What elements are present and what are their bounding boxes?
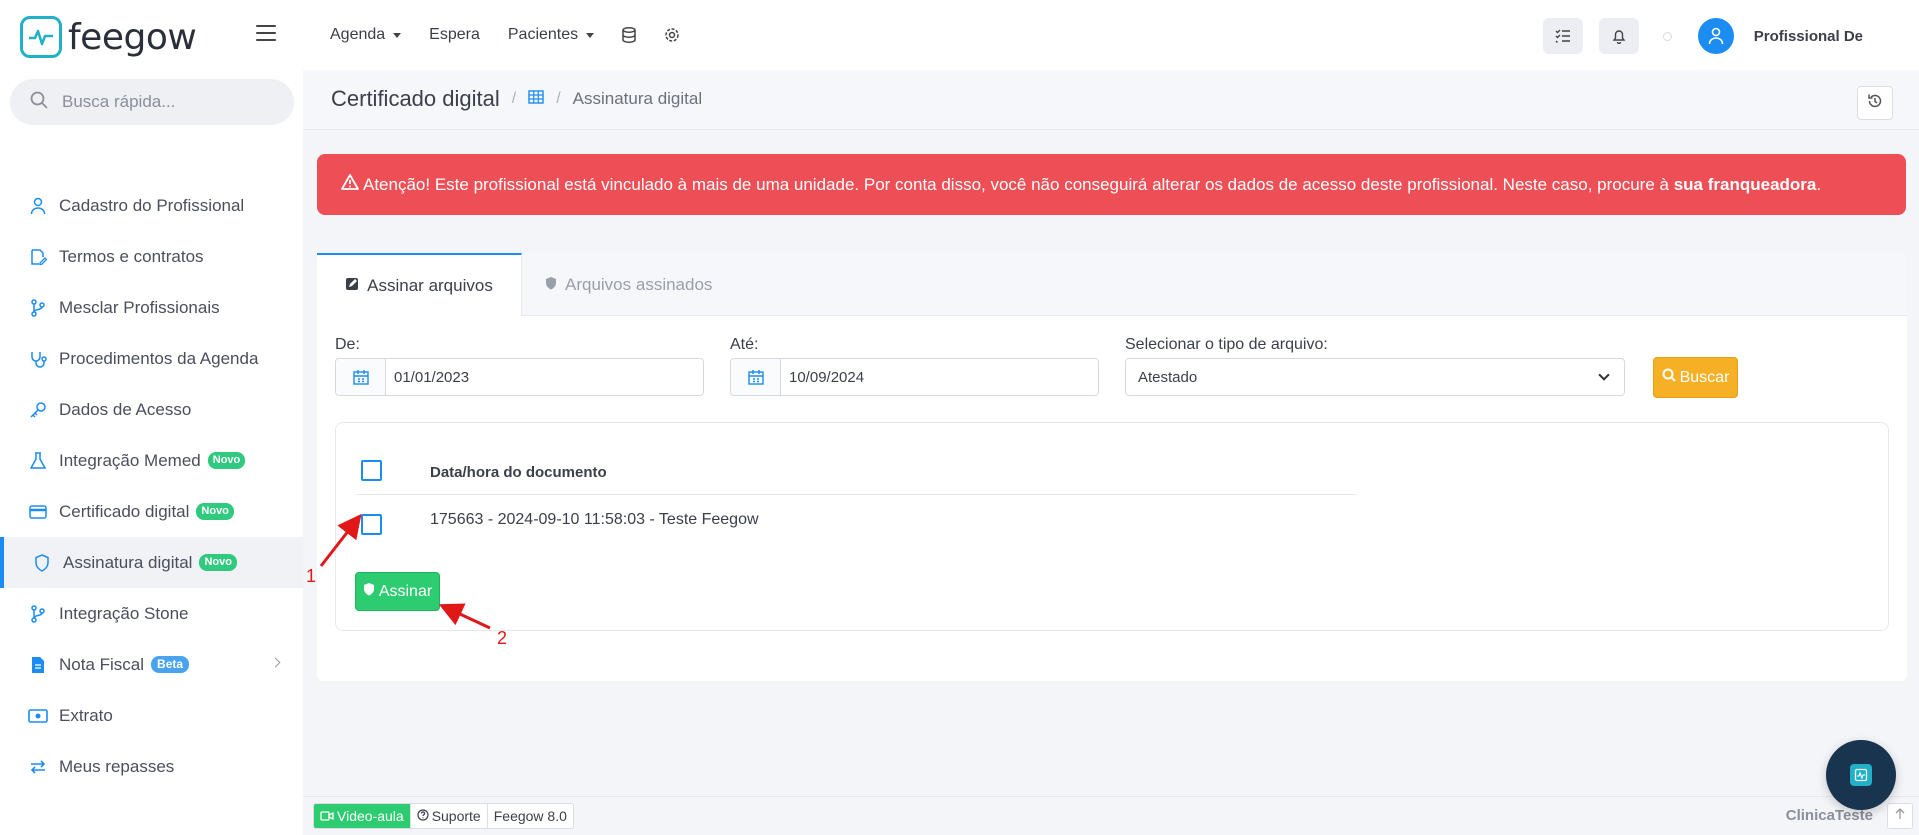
chat-icon [1850,764,1872,786]
video-icon [320,808,334,824]
footer: Video-aula Suporte Feegow 8.0 ClinicaTes… [303,796,1919,835]
support-label: Suporte [431,808,481,824]
annotation-number-1: 1 [306,566,317,586]
scroll-top-button[interactable] [1887,803,1913,829]
annotation-arrows [319,513,491,630]
arrow-to-checkbox [319,513,362,567]
video-lesson-button[interactable]: Video-aula [314,804,411,828]
video-lesson-label: Video-aula [337,808,404,824]
chat-widget-button[interactable] [1826,740,1896,810]
arrow-to-sign-button [438,603,491,630]
version-label: Feegow 8.0 [487,804,573,828]
annotation-number-2: 2 [497,628,508,648]
help-icon [417,808,429,824]
version-text: Feegow 8.0 [493,808,567,824]
support-button[interactable]: Suporte [410,804,488,828]
footer-buttons: Video-aula Suporte Feegow 8.0 [313,803,574,829]
arrow-up-icon [1895,807,1905,825]
